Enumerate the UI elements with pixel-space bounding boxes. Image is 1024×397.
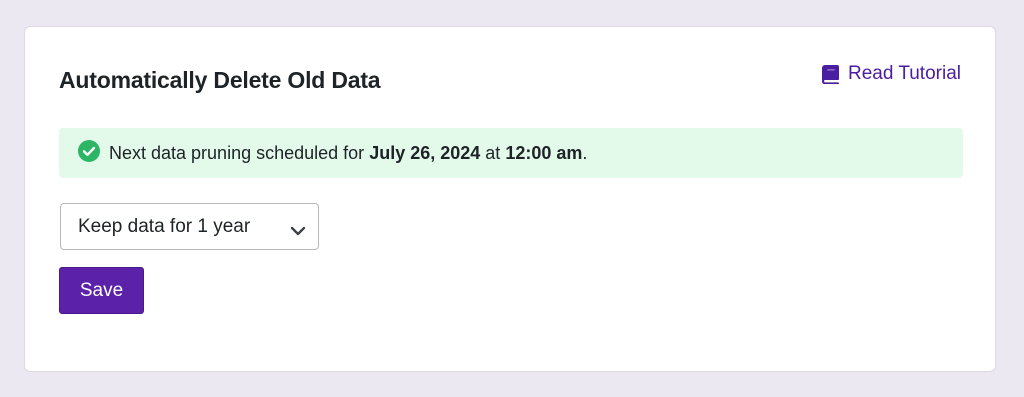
notice-time: 12:00 am — [505, 142, 583, 163]
book-icon — [821, 64, 839, 84]
settings-card: Automatically Delete Old Data Read Tutor… — [24, 26, 996, 372]
read-tutorial-label: Read Tutorial — [847, 63, 961, 84]
chevron-down-icon — [290, 221, 306, 243]
notice-text-before: Next data pruning scheduled for — [109, 142, 365, 163]
read-tutorial-link[interactable]: Read Tutorial — [821, 63, 961, 85]
pruning-schedule-notice: Next data pruning scheduled for July 26,… — [59, 128, 963, 178]
notice-text-after: . — [582, 142, 588, 163]
card-title: Automatically Delete Old Data — [59, 67, 381, 93]
notice-date: July 26, 2024 — [369, 142, 481, 163]
check-circle-icon — [78, 139, 100, 167]
save-button[interactable]: Save — [59, 267, 144, 314]
notice-text: Next data pruning scheduled for July 26,… — [109, 143, 587, 164]
retention-period-value: Keep data for 1 year — [78, 215, 251, 237]
notice-text-middle: at — [485, 142, 501, 163]
retention-period-select[interactable]: Keep data for 1 year — [60, 203, 319, 250]
